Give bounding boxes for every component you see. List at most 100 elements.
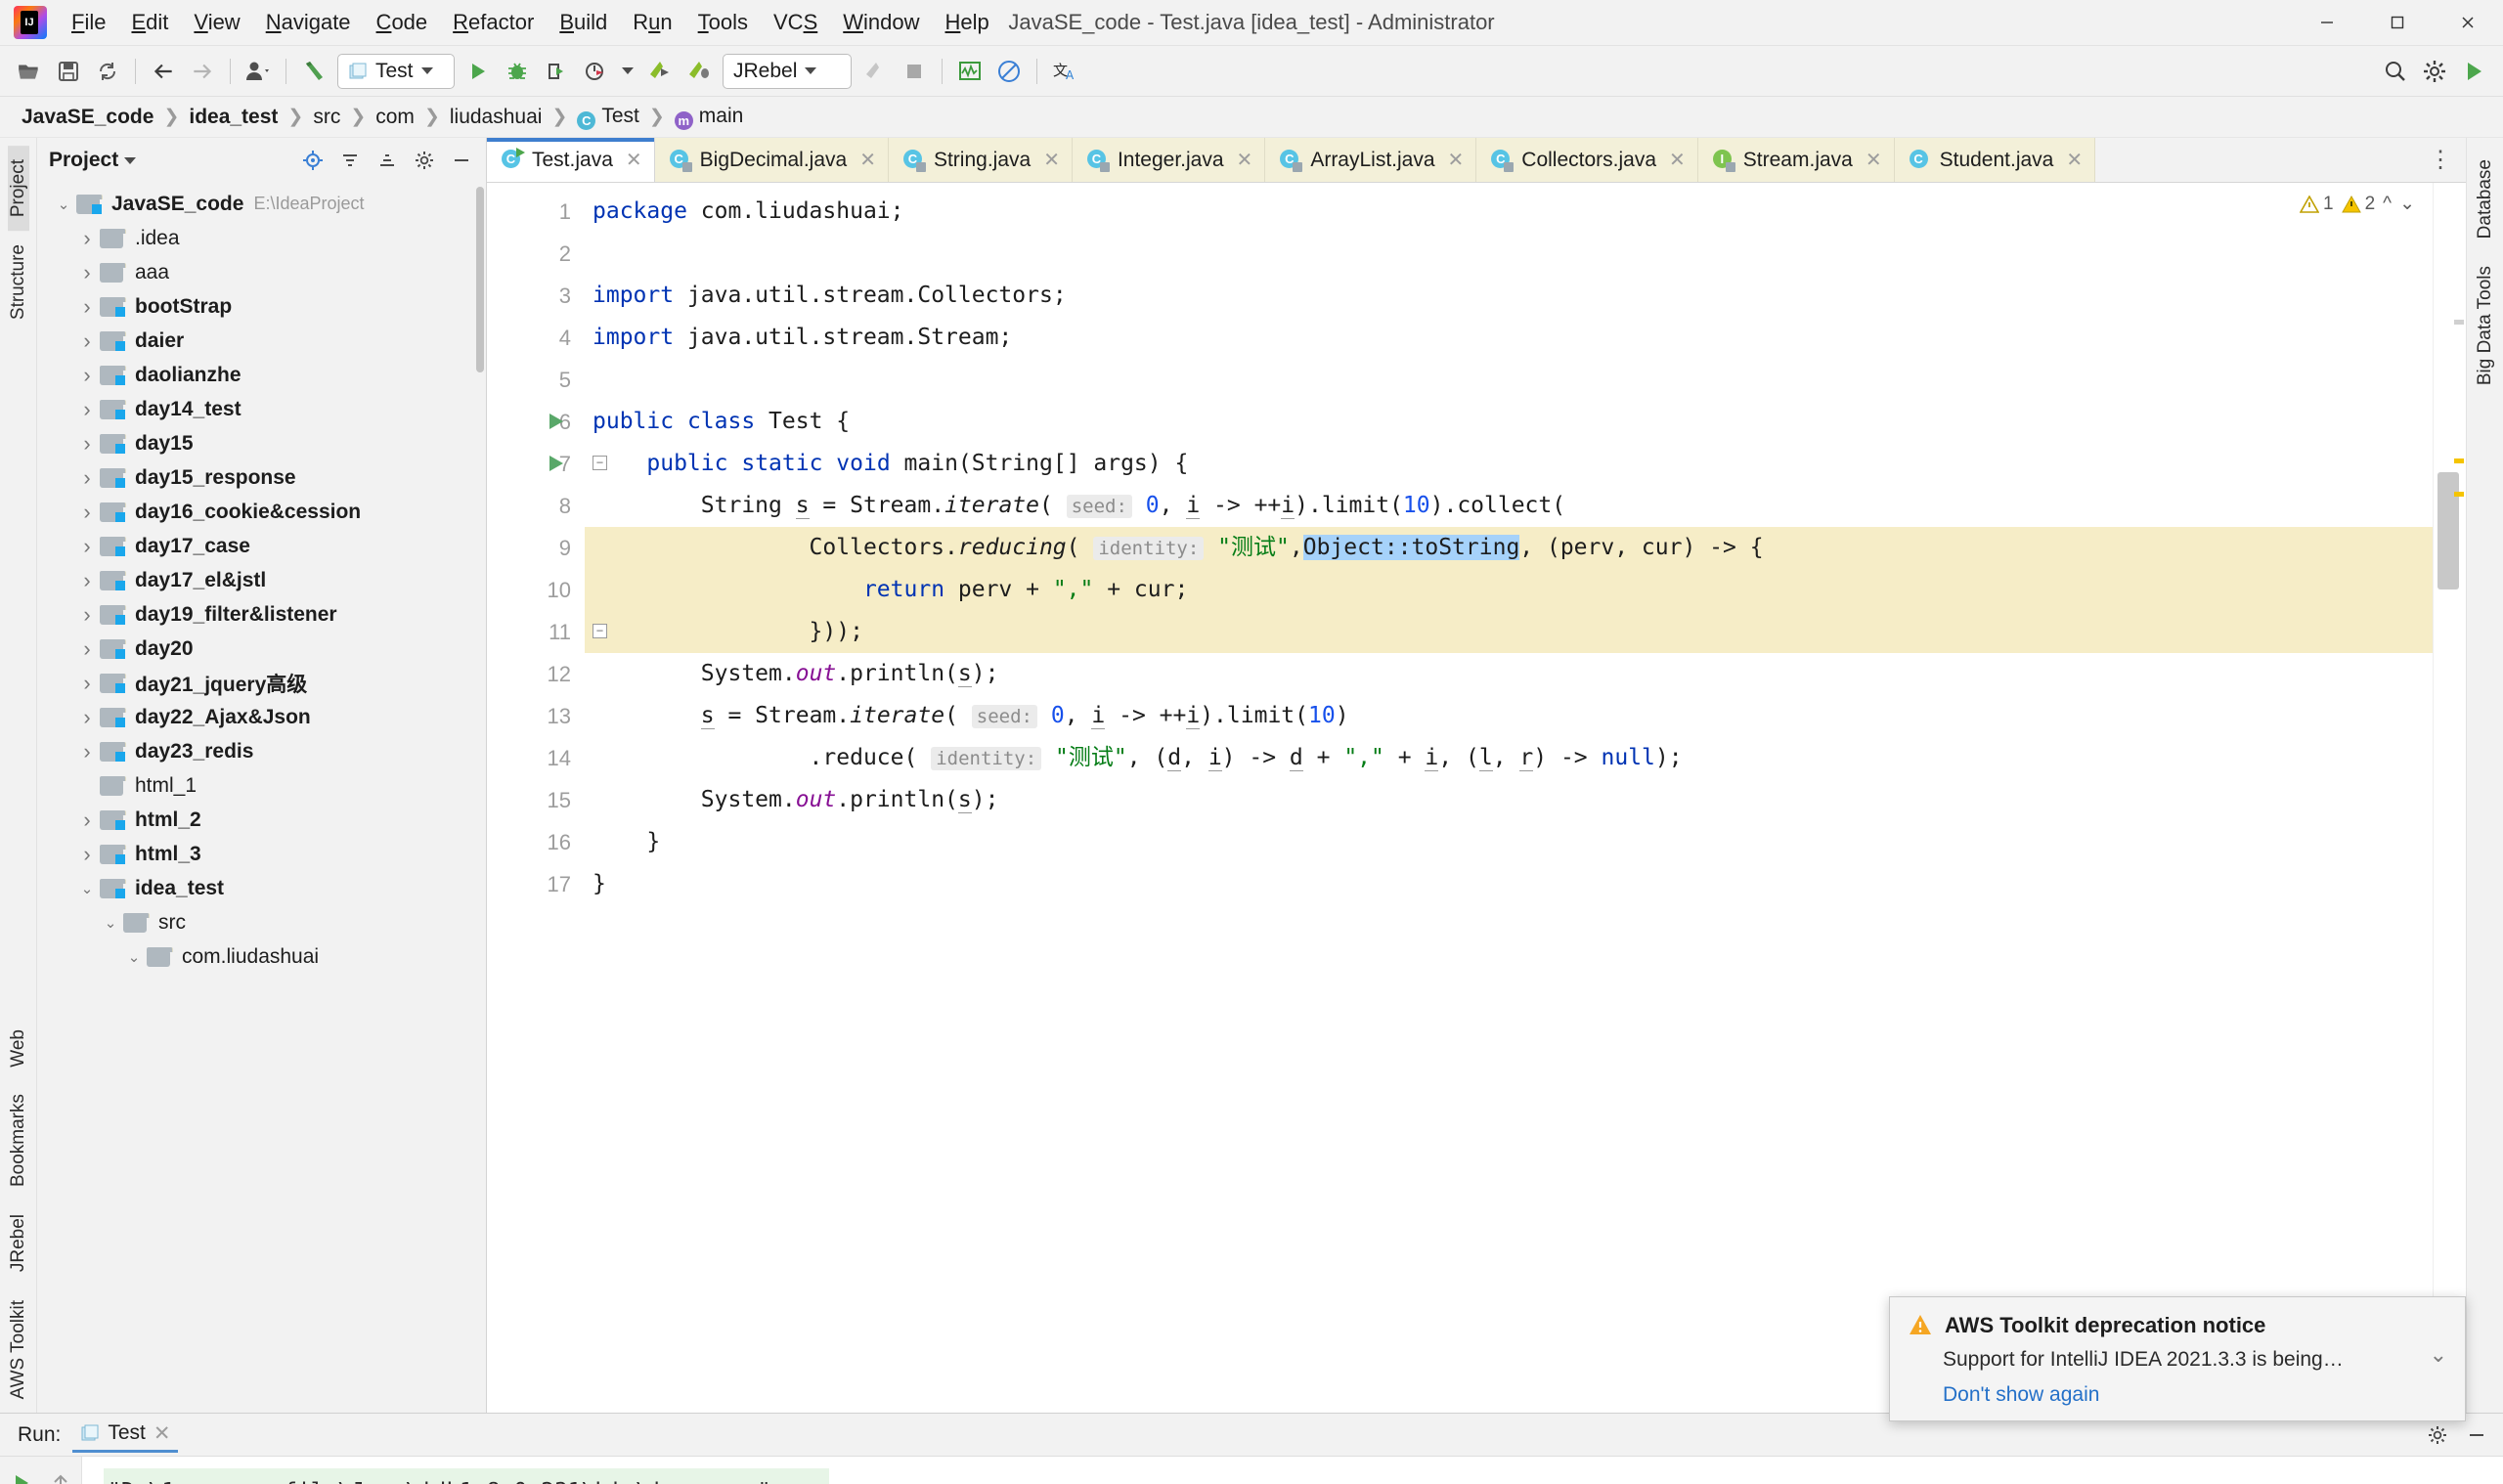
chevron-down-icon[interactable]: ⌄ xyxy=(121,948,147,966)
warning-count[interactable]: 2 xyxy=(2341,194,2375,215)
run-method-gutter-icon[interactable] xyxy=(549,456,563,471)
sidebar-item-database[interactable]: Database xyxy=(2475,146,2496,252)
editor-tab[interactable]: C BigDecimal.java ✕ xyxy=(654,138,889,182)
code-line[interactable] xyxy=(585,359,2433,401)
editor-marker-scrollbar[interactable] xyxy=(2433,183,2466,1413)
scrollbar-thumb[interactable] xyxy=(2437,472,2459,589)
tree-node[interactable]: › html_2 xyxy=(37,803,486,837)
code-line[interactable] xyxy=(585,233,2433,275)
jrebel-run-icon[interactable] xyxy=(640,52,680,91)
navigate-forward-icon[interactable] xyxy=(183,52,222,91)
code-line[interactable]: import java.util.stream.Collectors;− xyxy=(585,275,2433,317)
chevron-right-icon[interactable]: › xyxy=(74,568,100,593)
code-line[interactable]: public class Test {− xyxy=(585,401,2433,443)
tree-node[interactable]: › day22_Ajax&Json xyxy=(37,700,486,734)
chevron-right-icon[interactable]: › xyxy=(74,397,100,422)
navigate-back-icon[interactable] xyxy=(144,52,183,91)
code-line[interactable]: System.out.println(s); xyxy=(585,779,2433,821)
jrebel-selector[interactable]: JRebel xyxy=(723,53,852,89)
close-icon[interactable]: ✕ xyxy=(2066,148,2083,172)
tree-node[interactable]: › day20 xyxy=(37,632,486,666)
tree-node[interactable]: ⌄ src xyxy=(37,905,486,939)
tree-node[interactable]: › .idea xyxy=(37,221,486,255)
sidebar-item-bookmarks[interactable]: Bookmarks xyxy=(8,1080,29,1200)
breadcrumb-item-package[interactable]: liudashuai xyxy=(444,104,549,131)
editor-tab[interactable]: C Test.java ✕ xyxy=(487,138,655,182)
inspection-widget[interactable]: 1 2 ^ ⌄ xyxy=(2300,193,2415,215)
editor-tab[interactable]: C Integer.java ✕ xyxy=(1072,138,1266,182)
hide-run-panel-icon[interactable] xyxy=(2460,1419,2493,1452)
menu-view[interactable]: View xyxy=(181,6,252,39)
next-problem-icon[interactable]: ⌄ xyxy=(2399,193,2415,215)
tree-node[interactable]: › daier xyxy=(37,324,486,358)
run-configuration-selector[interactable]: Test xyxy=(337,53,455,89)
project-tree-scrollbar[interactable] xyxy=(476,187,484,372)
tree-node[interactable]: › day17_el&jstl xyxy=(37,563,486,597)
run-class-gutter-icon[interactable] xyxy=(549,414,563,429)
editor-tab[interactable]: C ArrayList.java ✕ xyxy=(1265,138,1477,182)
prev-problem-icon[interactable]: ^ xyxy=(2383,194,2392,215)
menu-edit[interactable]: Edit xyxy=(118,6,181,39)
tree-node[interactable]: html_1 xyxy=(37,768,486,803)
editor-tab[interactable]: I Stream.java ✕ xyxy=(1697,138,1895,182)
sidebar-item-aws-toolkit[interactable]: AWS Toolkit xyxy=(8,1287,29,1413)
maximize-button[interactable] xyxy=(2362,0,2433,46)
sidebar-item-big-data-tools[interactable]: Big Data Tools xyxy=(2475,252,2496,399)
tree-node[interactable]: ⌄ idea_test xyxy=(37,871,486,905)
breadcrumb-item-com[interactable]: com xyxy=(370,104,420,131)
tree-node[interactable]: › aaa xyxy=(37,255,486,289)
settings-gear-icon[interactable] xyxy=(2415,52,2454,91)
tree-node[interactable]: › day21_jquery高级 xyxy=(37,666,486,700)
profile-dropdown-icon[interactable] xyxy=(615,52,640,91)
settings-gear-icon[interactable] xyxy=(408,144,441,177)
dont-show-again-link[interactable]: Don't show again xyxy=(1943,1383,2447,1407)
project-tree[interactable]: ⌄ JavaSE_code E:\IdeaProject › .idea › aaa › boo… xyxy=(37,183,486,1413)
sidebar-item-jrebel[interactable]: JRebel xyxy=(8,1200,29,1286)
chevron-right-icon[interactable]: › xyxy=(74,500,100,525)
marker-warning[interactable] xyxy=(2454,458,2464,463)
expand-all-icon[interactable] xyxy=(371,144,404,177)
selected-text[interactable]: Object::toString xyxy=(1302,535,1520,560)
menu-tools[interactable]: Tools xyxy=(685,6,761,39)
code-line[interactable]: Collectors.reducing( identity: "测试",Obje… xyxy=(585,527,2433,569)
close-icon[interactable]: ✕ xyxy=(1866,148,1882,172)
tree-node[interactable]: › day15_response xyxy=(37,460,486,495)
tree-node[interactable]: › day19_filter&listener xyxy=(37,597,486,632)
close-icon[interactable]: ✕ xyxy=(1043,148,1060,172)
chevron-right-icon[interactable]: › xyxy=(74,328,100,354)
chevron-down-icon[interactable]: ⌄ xyxy=(51,196,76,213)
scroll-up-icon[interactable] xyxy=(42,1464,79,1484)
code-fold-icon[interactable]: − xyxy=(593,624,607,638)
tree-node[interactable]: › daolianzhe xyxy=(37,358,486,392)
notification-popup[interactable]: AWS Toolkit deprecation notice Support f… xyxy=(1889,1296,2466,1421)
chevron-right-icon[interactable]: › xyxy=(74,260,100,285)
marker-warning[interactable] xyxy=(2454,492,2464,497)
close-icon[interactable]: ✕ xyxy=(1237,148,1253,172)
minimize-button[interactable] xyxy=(2292,0,2362,46)
code-line[interactable]: } xyxy=(585,863,2433,905)
chevron-right-icon[interactable]: › xyxy=(74,842,100,867)
code-line[interactable]: s = Stream.iterate( seed: 0, i -> ++i).l… xyxy=(585,695,2433,737)
close-icon[interactable]: ✕ xyxy=(1448,148,1465,172)
close-button[interactable] xyxy=(2433,0,2503,46)
chevron-down-icon[interactable] xyxy=(805,67,817,74)
weak-warning-count[interactable]: 1 xyxy=(2300,194,2334,215)
code-fold-icon[interactable]: − xyxy=(593,456,607,470)
run-tab-test[interactable]: Test ✕ xyxy=(72,1418,179,1453)
chevron-down-icon[interactable]: ⌄ xyxy=(2430,1342,2447,1368)
chevron-right-icon[interactable]: › xyxy=(74,465,100,491)
chevron-right-icon[interactable]: › xyxy=(74,739,100,764)
jrebel-monitor-icon[interactable] xyxy=(950,52,989,91)
open-project-icon[interactable] xyxy=(10,52,49,91)
editor-tab[interactable]: C Collectors.java ✕ xyxy=(1476,138,1698,182)
chevron-down-icon[interactable] xyxy=(420,67,433,74)
code-area[interactable]: package com.liudashuai; import java.util.… xyxy=(585,183,2433,1413)
console-output[interactable]: "D:\1program file\Java\jdk1.8.0_231\bin\… xyxy=(82,1457,2503,1484)
chevron-right-icon[interactable]: › xyxy=(74,226,100,251)
close-icon[interactable]: ✕ xyxy=(154,1421,171,1446)
breadcrumb-item-module[interactable]: idea_test xyxy=(183,104,284,131)
menu-vcs[interactable]: VCS xyxy=(761,6,830,39)
menu-window[interactable]: Window xyxy=(830,6,932,39)
editor-tab[interactable]: C String.java ✕ xyxy=(888,138,1073,182)
chevron-right-icon[interactable]: › xyxy=(74,363,100,388)
